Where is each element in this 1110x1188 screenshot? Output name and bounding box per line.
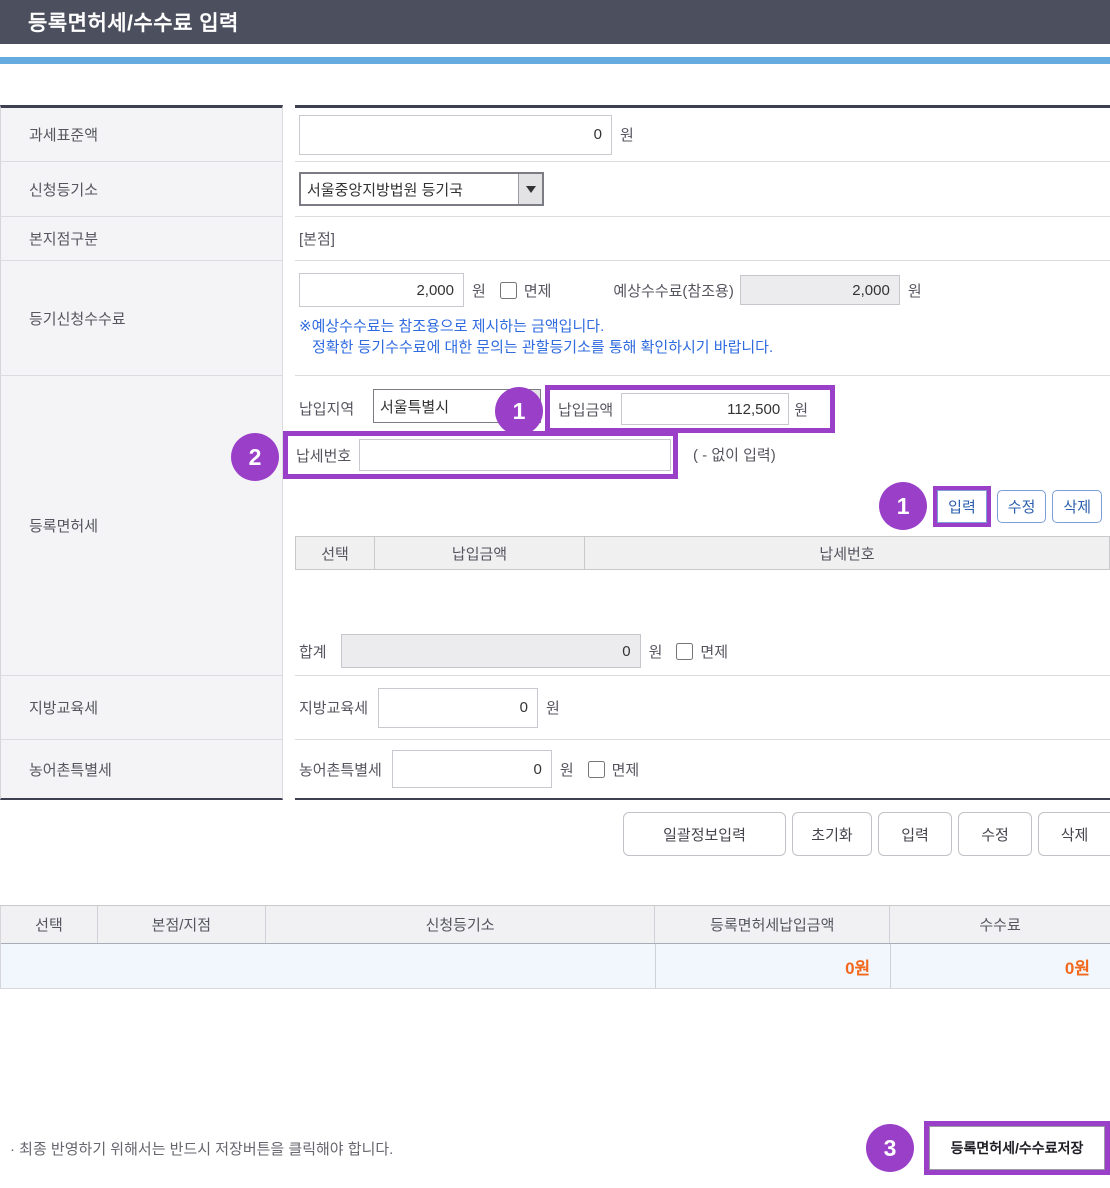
branch-type-label: 본지점구분 — [0, 217, 283, 261]
summary-table-header: 선택 본점/지점 신청등기소 등록면허세납입금액 수수료 — [1, 906, 1110, 944]
title-underline — [0, 57, 1110, 64]
column-gap — [283, 217, 295, 261]
summary-table: 선택 본점/지점 신청등기소 등록면허세납입금액 수수료 0원 0원 — [0, 905, 1110, 989]
page-title: 등록면허세/수수료 입력 — [28, 7, 239, 37]
edit-button[interactable]: 수정 — [997, 490, 1047, 523]
row-rural-tax: 농어촌특별세 농어촌특별세 원 면제 — [0, 740, 1110, 800]
license-tax-buttons: 1 입력 수정 삭제 — [879, 482, 1102, 530]
cell-empty — [1, 944, 655, 988]
cell-license-tax-amount: 0원 — [655, 944, 890, 988]
column-gap — [283, 676, 295, 740]
local-edu-tax-input[interactable] — [378, 688, 538, 728]
reset-button[interactable]: 초기화 — [792, 812, 872, 856]
license-tax-label: 등록면허세 — [0, 376, 283, 676]
reg-fee-input[interactable] — [299, 273, 464, 307]
total-label: 합계 — [299, 641, 327, 662]
total-exempt-label: 면제 — [700, 641, 728, 662]
page-title-bar: 등록면허세/수수료 입력 — [0, 0, 1110, 44]
registry-office-label: 신청등기소 — [0, 162, 283, 217]
column-gap — [283, 376, 295, 676]
tax-base-label: 과세표준액 — [0, 105, 283, 162]
rural-tax-input[interactable] — [392, 750, 552, 788]
chevron-down-icon — [518, 174, 542, 204]
col-registry-office: 신청등기소 — [266, 906, 656, 943]
won-label: 원 — [649, 641, 663, 662]
row-reg-fee: 등기신청수수료 원 면제 예상수수료(참조용) 원 ※예상수수료는 참조용으로 … — [0, 261, 1110, 376]
bulk-input-button[interactable]: 일괄정보입력 — [623, 812, 786, 856]
inner-col-amount: 납입금액 — [375, 536, 585, 570]
reg-fee-exempt-checkbox[interactable] — [500, 282, 517, 299]
won-label: 원 — [560, 759, 574, 780]
delete-button[interactable]: 삭제 — [1052, 490, 1102, 523]
local-edu-tax-inner-label: 지방교육세 — [299, 697, 368, 718]
cell-fee: 0원 — [890, 944, 1110, 988]
col-branch: 본점/지점 — [98, 906, 266, 943]
reg-fee-label: 등기신청수수료 — [0, 261, 283, 376]
license-tax-total: 합계 원 면제 — [299, 634, 728, 668]
total-input — [341, 634, 641, 668]
row-branch-type: 본지점구분 [본점] — [0, 217, 1110, 261]
highlight-box-save-button: 등록면허세/수수료저장 — [924, 1121, 1110, 1175]
license-tax-table-body — [295, 570, 1110, 630]
inner-col-select: 선택 — [295, 536, 375, 570]
footer: · 최종 반영하기 위해서는 반드시 저장버튼을 클릭해야 합니다. 3 등록면… — [0, 1121, 1110, 1175]
reg-fee-exempt-label: 면제 — [524, 280, 552, 301]
won-label: 원 — [472, 280, 486, 301]
input-button[interactable]: 입력 — [878, 812, 952, 856]
tax-number-input[interactable] — [359, 439, 671, 471]
row-registry-office: 신청등기소 서울중앙지방법원 등기국 — [0, 162, 1110, 217]
column-gap — [283, 105, 295, 162]
summary-table-row: 0원 0원 — [1, 944, 1110, 989]
tax-number-hint: ( - 없이 입력) — [693, 444, 776, 465]
delete-button[interactable]: 삭제 — [1038, 812, 1110, 856]
won-label: 원 — [789, 399, 813, 420]
pay-amount-input[interactable] — [621, 393, 789, 425]
estimate-fee-input — [740, 275, 900, 305]
step-badge-3: 3 — [866, 1124, 914, 1172]
row-tax-base: 과세표준액 원 — [0, 105, 1110, 162]
col-select: 선택 — [1, 906, 98, 943]
pay-region-label: 납입지역 — [299, 398, 354, 419]
highlight-box-tax-number: 납세번호 — [283, 431, 678, 479]
footer-note: · 최종 반영하기 위해서는 반드시 저장버튼을 클릭해야 합니다. — [0, 1138, 393, 1159]
rural-tax-exempt-checkbox[interactable] — [588, 761, 605, 778]
input-button[interactable]: 입력 — [937, 490, 987, 523]
total-exempt-checkbox[interactable] — [676, 643, 693, 660]
license-tax-table: 선택 납입금액 납세번호 — [295, 536, 1110, 630]
highlight-box-input-button: 입력 — [933, 486, 991, 527]
form-action-buttons: 일괄정보입력 초기화 입력 수정 삭제 — [0, 812, 1110, 856]
rural-tax-exempt-label: 면제 — [612, 759, 640, 780]
rural-tax-label: 농어촌특별세 — [0, 740, 283, 800]
save-button[interactable]: 등록면허세/수수료저장 — [929, 1126, 1105, 1170]
row-local-edu-tax: 지방교육세 지방교육세 원 — [0, 676, 1110, 740]
branch-type-value: [본점] — [299, 228, 335, 249]
fee-note-line2: 정확한 등기수수료에 대한 문의는 관할등기소를 통해 확인하시기 바랍니다. — [299, 337, 1110, 358]
row-license-tax: 등록면허세 납입지역 서울특별시 1 납입금액 원 2 납세번호 ( - 없이 … — [0, 376, 1110, 676]
column-gap — [283, 162, 295, 217]
save-area: 3 등록면허세/수수료저장 — [866, 1121, 1110, 1175]
col-fee: 수수료 — [890, 906, 1110, 943]
registry-office-select[interactable]: 서울중앙지방법원 등기국 — [299, 172, 544, 206]
step-badge-1: 1 — [879, 482, 927, 530]
column-gap — [283, 261, 295, 376]
won-label: 원 — [908, 280, 922, 301]
estimate-fee-label: 예상수수료(참조용) — [613, 280, 733, 301]
step-badge-1: 1 — [495, 387, 543, 435]
highlight-box-pay-amount: 납입금액 원 — [545, 385, 835, 433]
tax-number-label: 납세번호 — [288, 445, 359, 466]
column-gap — [283, 740, 295, 800]
won-label: 원 — [620, 124, 634, 145]
edit-button[interactable]: 수정 — [958, 812, 1032, 856]
pay-amount-label: 납입금액 — [550, 399, 621, 420]
col-license-tax-amount: 등록면허세납입금액 — [655, 906, 890, 943]
registry-office-selected: 서울중앙지방법원 등기국 — [301, 179, 518, 200]
tax-base-input[interactable] — [299, 115, 612, 155]
step-badge-2: 2 — [231, 433, 279, 481]
rural-tax-inner-label: 농어촌특별세 — [299, 759, 382, 780]
local-edu-tax-label: 지방교육세 — [0, 676, 283, 740]
inner-col-tax-number: 납세번호 — [585, 536, 1110, 570]
tax-input-form: 과세표준액 원 신청등기소 서울중앙지방법원 등기국 본지점구분 [본점] 등기… — [0, 105, 1110, 800]
fee-note-line1: ※예상수수료는 참조용으로 제시하는 금액입니다. — [299, 316, 1110, 337]
won-label: 원 — [546, 697, 560, 718]
